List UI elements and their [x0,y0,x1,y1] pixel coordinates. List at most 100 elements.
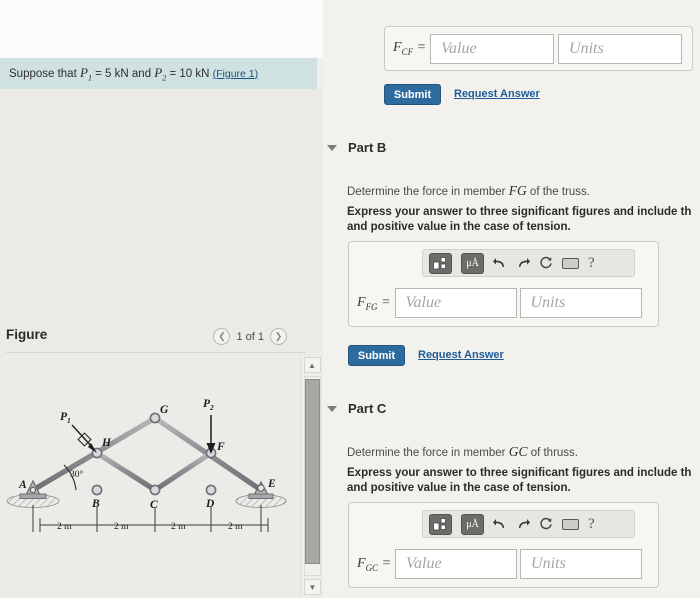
right-question-panel: FCF = Value Units Submit Request Answer … [323,0,700,598]
part-c-question-post: of thruss. [530,447,578,459]
part-b-question: Determine the force in member FG of the … [347,183,590,199]
part-a-answer-block: FCF = Value Units [384,26,693,71]
part-b-instruction-line-1: Express your answer to three significant… [347,206,692,218]
part-b-question-pre: Determine the force in member [347,186,506,198]
truss-members [30,415,264,493]
prompt-conjunction: and [131,67,152,80]
part-a-request-answer-link[interactable]: Request Answer [454,88,540,100]
reset-icon[interactable] [539,517,553,531]
figure-1-link[interactable]: (Figure 1) [213,68,259,80]
part-c-value-input[interactable]: Value [395,549,518,579]
scrollbar-thumb[interactable] [305,379,320,564]
dimension-label-0: 2 m [57,522,72,532]
joint-label-D: D [205,498,215,510]
units-micro-angstrom-icon[interactable]: μÅ [461,252,484,274]
part-b-header[interactable]: Part B [323,140,386,155]
joint-label-F: F [216,441,225,453]
part-a-submit-button[interactable]: Submit [384,84,441,105]
part-b-answer-toolbar: μÅ ? [422,249,635,277]
joint-label-G: G [160,404,169,416]
math-template-icon[interactable] [429,252,452,274]
joint-label-A: A [18,479,27,491]
load-label-P2: P2 [203,398,214,412]
part-b-answer-block: μÅ ? FFG = Value Units [348,241,659,327]
redo-icon[interactable] [516,257,530,270]
part-c-answer-label: FGC = [357,555,392,573]
undo-icon[interactable] [493,257,507,270]
part-c-member-var: GC [508,444,528,459]
part-b-submit-button[interactable]: Submit [348,345,405,366]
figure-next-button[interactable]: ❯ [270,328,287,345]
redo-icon[interactable] [516,518,530,531]
svg-text:30°: 30° [70,469,84,480]
dimension-label-2: 2 m [171,522,186,532]
part-c-question-pre: Determine the force in member [347,447,506,459]
figure-panel-title: Figure [6,327,48,342]
part-c-collapse-caret-icon[interactable] [327,405,337,412]
problem-statement-text: Suppose that P1 = 5 kN and P2 = 10 kN (F… [9,65,258,83]
left-figure-panel: Suppose that P1 = 5 kN and P2 = 10 kN (F… [0,0,323,598]
part-b-question-post: of the truss. [529,186,591,198]
math-template-icon[interactable] [429,513,452,535]
figure-counter: 1 of 1 [236,330,264,343]
load-label-P1: P1 [60,411,71,425]
dimension-label-3: 2 m [228,522,243,532]
part-c-answer-toolbar: μÅ ? [422,510,635,538]
part-b-instructions: Express your answer to three significant… [347,205,700,235]
left-top-blank-area [0,0,323,58]
reset-icon[interactable] [539,256,553,270]
p1-symbol: P1 [79,64,92,83]
problem-statement-box: Suppose that P1 = 5 kN and P2 = 10 kN (F… [0,58,317,89]
member-CF [152,450,214,493]
figure-scrollbar[interactable]: ▲ ▼ [300,355,323,598]
load-labels: P1 P2 [60,398,214,425]
joint-label-C: C [150,499,158,511]
part-c-answer-block: μÅ ? FGC = Value Units [348,502,659,588]
part-b-units-input[interactable]: Units [519,288,642,318]
part-a-answer-label: FCF = [393,40,427,57]
part-b-member-var: FG [508,183,527,198]
figure-header-divider [6,352,306,353]
page-root: Suppose that P1 = 5 kN and P2 = 10 kN (F… [0,0,700,598]
undo-icon[interactable] [493,518,507,531]
part-c-header[interactable]: Part C [323,401,386,416]
p2-symbol: P2 [154,64,167,83]
p2-equation: = 10 kN [169,67,210,80]
help-icon[interactable]: ? [588,516,595,533]
part-a-value-input[interactable]: Value [430,33,555,64]
part-c-title: Part C [348,401,387,416]
scroll-down-arrow-icon[interactable]: ▼ [304,579,321,595]
part-c-units-input[interactable]: Units [520,549,643,579]
p1-equation: = 5 kN [95,67,129,80]
joint-label-E: E [267,478,276,490]
part-b-instruction-line-2: and positive value in the case of tensio… [347,221,571,233]
load-arrow-P2 [206,415,216,454]
prompt-prefix: Suppose that [9,67,77,80]
joint-label-B: B [91,498,100,510]
figure-prev-button[interactable]: ❮ [213,328,231,345]
units-micro-angstrom-icon[interactable]: μÅ [461,513,484,535]
part-b-title: Part B [348,140,387,155]
truss-diagram-svg: 30° A B C D E H G F P1 P2 2 m 2 m 2 m 2 … [6,398,287,532]
keyboard-icon[interactable] [562,257,579,269]
scroll-up-arrow-icon[interactable]: ▲ [303,357,321,373]
joint-label-H: H [101,437,112,449]
part-b-collapse-caret-icon[interactable] [327,144,337,151]
part-c-instruction-line-1: Express your answer to three significant… [347,467,692,479]
keyboard-icon[interactable] [562,518,579,530]
dimension-label-1: 2 m [114,522,129,532]
part-a-units-input[interactable]: Units [558,33,683,64]
support-ground-pads [6,494,287,508]
dimension-labels: 2 m 2 m 2 m 2 m [57,522,243,532]
part-c-instruction-line-2: and positive value in the case of tensio… [347,482,571,494]
figure-canvas: 30° A B C D E H G F P1 P2 2 m 2 m 2 m 2 … [0,355,300,598]
member-HC [94,450,158,493]
part-c-instructions: Express your answer to three significant… [347,466,700,496]
load-arrow-P1 [71,424,97,453]
help-icon[interactable]: ? [588,255,595,272]
part-b-request-answer-link[interactable]: Request Answer [418,349,504,361]
part-c-question: Determine the force in member GC of thru… [347,444,578,460]
part-b-answer-label: FFG = [357,294,391,312]
figure-navigation: ❮ 1 of 1 ❯ [213,328,287,345]
part-b-value-input[interactable]: Value [394,288,517,318]
